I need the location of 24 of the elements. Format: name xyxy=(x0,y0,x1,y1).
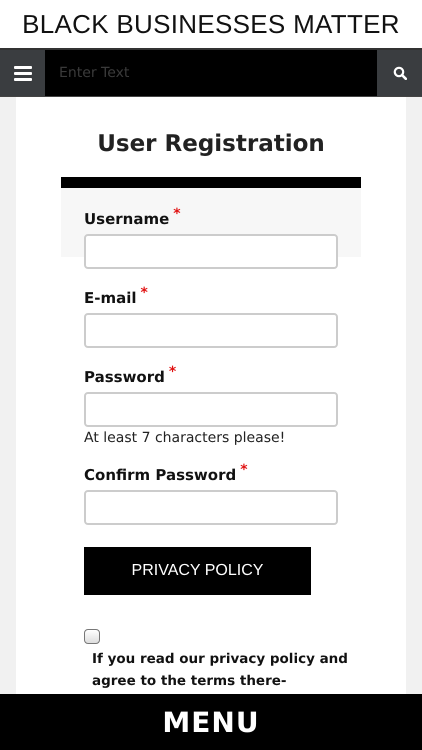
required-mark: * xyxy=(173,206,181,222)
search-field[interactable]: Enter Text xyxy=(45,50,377,96)
menu-bar-button[interactable]: MENU xyxy=(0,694,422,750)
required-mark: * xyxy=(168,364,176,380)
search-button[interactable] xyxy=(377,50,422,96)
consent-text: If you read our privacy policy and agree to the terms there- xyxy=(92,650,349,691)
privacy-policy-button[interactable]: PRIVACY POLICY xyxy=(84,547,311,595)
site-title: BLACK BUSINESSES MATTER xyxy=(22,8,400,40)
required-mark: * xyxy=(240,462,248,478)
required-mark: * xyxy=(140,285,148,301)
menu-icon xyxy=(14,66,32,80)
input-field[interactable] xyxy=(84,234,338,269)
input-field[interactable] xyxy=(84,313,338,348)
consent-checkbox[interactable] xyxy=(84,629,100,644)
search-icon xyxy=(392,66,406,80)
field-label: Confirm Password xyxy=(84,466,236,484)
menu-button[interactable] xyxy=(0,50,45,96)
input-field[interactable] xyxy=(84,490,338,525)
field-hint: At least 7 characters please! xyxy=(84,430,286,446)
field-label: Password xyxy=(84,368,165,386)
field-label: Username xyxy=(84,210,170,228)
input-field[interactable] xyxy=(84,392,338,427)
field-label: E-mail xyxy=(84,289,137,307)
form-title: User Registration xyxy=(97,131,325,157)
